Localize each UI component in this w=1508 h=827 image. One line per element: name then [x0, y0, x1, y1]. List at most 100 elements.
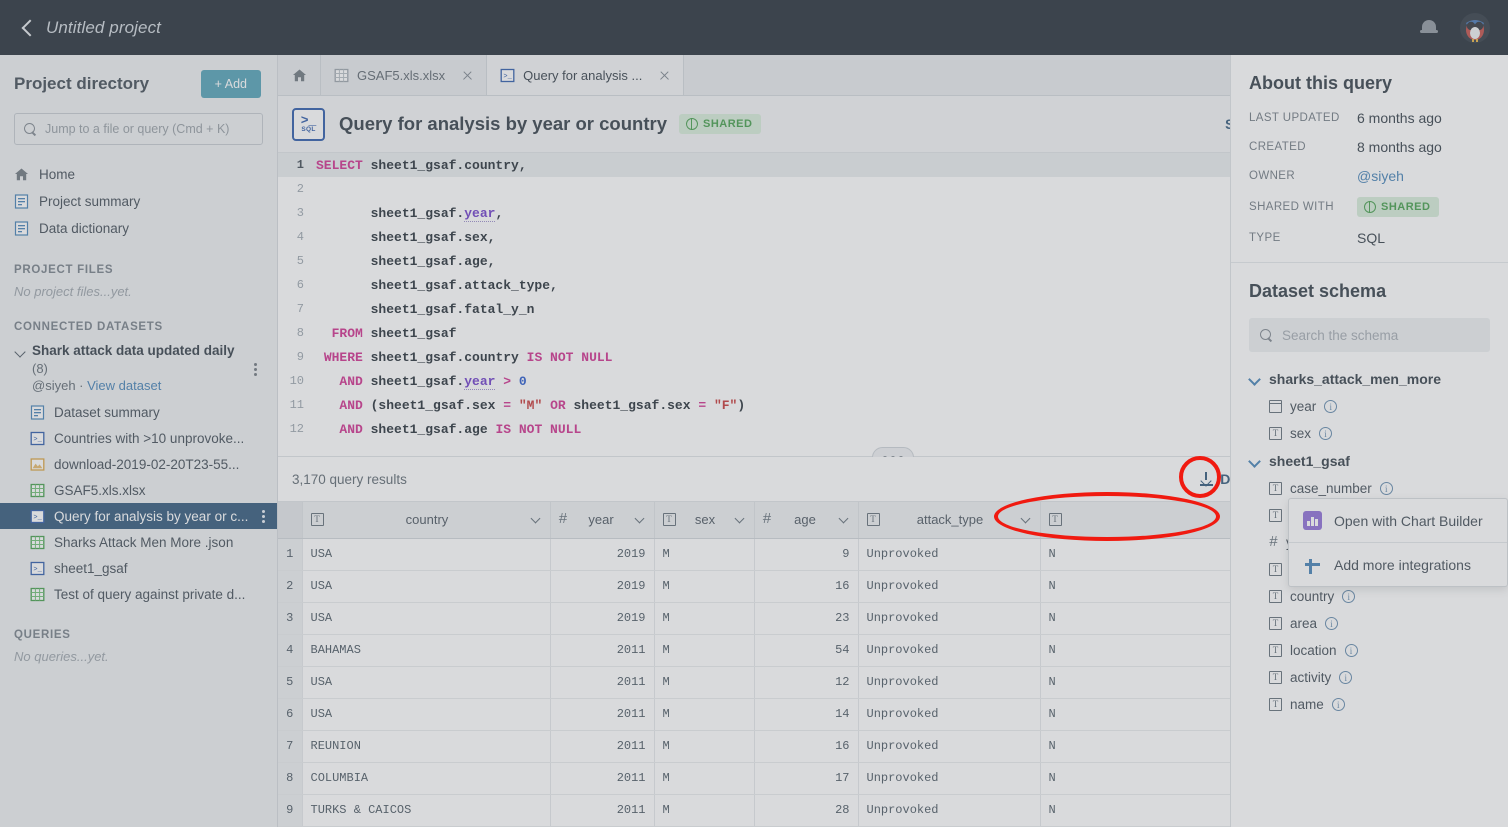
info-icon[interactable]: i [1324, 400, 1338, 413]
plus-icon [1303, 555, 1322, 574]
spreadsheet-icon [334, 68, 349, 83]
schema-field-label: area [1290, 616, 1318, 631]
chevron-down-icon[interactable] [1249, 373, 1261, 385]
cell-sex: M [654, 762, 755, 795]
schema-field-country[interactable]: T country i [1249, 583, 1490, 610]
tab-label: GSAF5.xls.xlsx [357, 67, 446, 83]
dataset-owner: @siyeh [32, 378, 76, 393]
schema-field-location[interactable]: T location i [1249, 637, 1490, 664]
row-number: 8 [278, 762, 303, 795]
info-icon[interactable]: i [1339, 671, 1353, 684]
file-item-label: Query for analysis by year or c... [54, 508, 249, 524]
page-title: Untitled project [46, 17, 161, 37]
sidebar-item-project-summary[interactable]: Project summary [0, 188, 277, 215]
file-item-download-image[interactable]: download-2019-02-20T23-55... [0, 451, 277, 477]
file-item-sheet1-gsaf[interactable]: >_ sheet1_gsaf [0, 555, 277, 581]
chevron-down-icon[interactable] [1249, 455, 1261, 467]
sidebar-item-label: Home [39, 167, 76, 182]
avatar[interactable] [1460, 12, 1490, 43]
schema-field-sex[interactable]: T sex i [1249, 420, 1490, 447]
schema-field-area[interactable]: T area i [1249, 610, 1490, 637]
view-dataset-link[interactable]: View dataset [87, 378, 161, 393]
column-header-age[interactable]: # age [754, 502, 859, 539]
chevron-down-icon[interactable] [14, 345, 26, 357]
file-item-label: Countries with >10 unprovoke... [54, 430, 245, 446]
bell-icon[interactable] [1420, 18, 1438, 38]
ellipsis-icon[interactable] [872, 447, 914, 457]
chevron-down-icon[interactable] [735, 514, 746, 525]
menu-item-open-with-chart-builder[interactable]: Open with Chart Builder [1289, 499, 1507, 542]
section-label-connected-datasets: CONNECTED DATASETS [14, 321, 163, 333]
dataset-group-header[interactable]: Shark attack data updated daily (8) @siy… [0, 341, 277, 395]
schema-field-label: activity [1290, 670, 1332, 685]
search-input[interactable] [45, 122, 253, 136]
about-value: 6 months ago [1357, 110, 1442, 126]
close-icon[interactable] [658, 69, 671, 82]
cell-attack-type: Unprovoked [858, 730, 1041, 763]
schema-field-name[interactable]: T name i [1249, 691, 1490, 718]
info-icon[interactable]: i [1379, 482, 1393, 495]
results-count: 3,170 query results [292, 471, 407, 487]
document-icon [30, 404, 45, 420]
file-item-query-for-analysis[interactable]: >_ Query for analysis by year or c... [0, 503, 277, 529]
schema-field-year[interactable]: year i [1249, 393, 1490, 420]
sidebar-item-data-dictionary[interactable]: Data dictionary [0, 215, 277, 242]
dataset-kebab-icon[interactable] [249, 363, 263, 383]
chevron-down-icon[interactable] [1021, 514, 1032, 525]
tab-query-for-analysis[interactable]: >_ Query for analysis ... [487, 55, 685, 95]
chevron-down-icon[interactable] [839, 514, 850, 525]
sidebar-search[interactable] [14, 113, 263, 145]
file-item-sharks-attack-men-more-json[interactable]: Sharks Attack Men More .json [0, 529, 277, 555]
cell-country: USA [302, 602, 551, 635]
column-header-country[interactable]: T country [302, 502, 551, 539]
chevron-down-icon[interactable] [635, 514, 646, 525]
schema-group-sharks-attack-men-more[interactable]: sharks_attack_men_more [1249, 365, 1490, 393]
chevron-down-icon[interactable] [531, 514, 542, 525]
file-item-kebab-icon[interactable] [257, 509, 269, 523]
info-icon[interactable]: i [1319, 427, 1333, 440]
tab-home[interactable] [278, 55, 321, 95]
file-item-label: Test of query against private d... [54, 586, 246, 602]
info-icon[interactable]: i [1342, 590, 1356, 603]
info-icon[interactable]: i [1325, 617, 1339, 630]
text-type-icon: T [1269, 617, 1282, 630]
cell-country: USA [302, 698, 551, 731]
schema-search-input[interactable] [1282, 327, 1479, 343]
chevron-left-icon[interactable] [18, 19, 36, 37]
about-this-query-section: About this query LAST UPDATED 6 months a… [1231, 55, 1508, 263]
owner-link[interactable]: @siyeh [1357, 168, 1404, 184]
tab-gsaf5-xlsx[interactable]: GSAF5.xls.xlsx [321, 55, 488, 95]
chart-builder-icon [1303, 511, 1322, 530]
file-item-test-of-query[interactable]: Test of query against private d... [0, 581, 277, 607]
text-type-icon: T [866, 513, 880, 527]
cell-sex: M [654, 794, 755, 827]
text-type-icon: T [1048, 513, 1062, 527]
download-icon [1200, 472, 1214, 486]
number-type-icon: # [762, 511, 772, 529]
code-text: SELECT sheet1_gsaf.country, [316, 157, 527, 173]
column-header-label: attack_type [916, 512, 984, 528]
close-icon[interactable] [461, 69, 474, 82]
about-row-shared-with: SHARED WITH SHARED [1249, 197, 1490, 217]
schema-group-sheet1-gsaf[interactable]: sheet1_gsaf [1249, 447, 1490, 475]
menu-item-add-more-integrations[interactable]: Add more integrations [1289, 543, 1507, 586]
info-icon[interactable]: i [1331, 698, 1345, 711]
schema-search[interactable] [1249, 318, 1490, 352]
schema-field-activity[interactable]: T activity i [1249, 664, 1490, 691]
column-header-year[interactable]: # year [550, 502, 655, 539]
spreadsheet-icon [30, 587, 45, 602]
text-type-icon: T [1269, 427, 1282, 440]
info-icon[interactable]: i [1344, 644, 1358, 657]
column-header-attack-type[interactable]: T attack_type [858, 502, 1041, 539]
column-header-label: year [588, 512, 614, 528]
sidebar-item-home[interactable]: Home [0, 161, 277, 188]
file-item-dataset-summary[interactable]: Dataset summary [0, 399, 277, 425]
column-header-sex[interactable]: T sex [654, 502, 755, 539]
file-item-gsaf5-xlsx[interactable]: GSAF5.xls.xlsx [0, 477, 277, 503]
cell-year: 2011 [550, 762, 655, 795]
row-number: 2 [278, 570, 303, 603]
add-button[interactable]: + Add [200, 70, 261, 98]
cell-age: 14 [754, 698, 859, 731]
text-type-icon: T [1269, 590, 1282, 603]
file-item-countries-unprovoked[interactable]: >_ Countries with >10 unprovoke... [0, 425, 277, 451]
